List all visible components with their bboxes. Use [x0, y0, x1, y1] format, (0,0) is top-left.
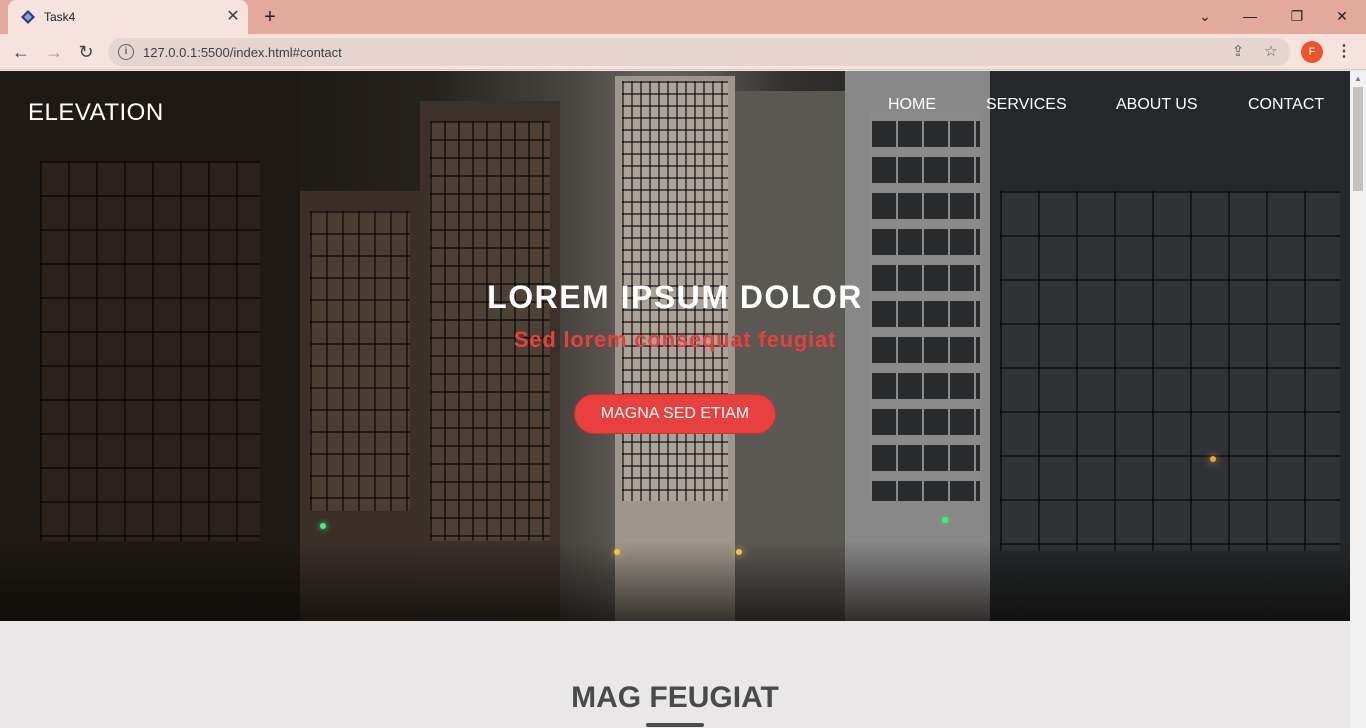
- traffic-light-icon: [942, 517, 948, 523]
- browser-toolbar: ← → ↻ i 127.0.0.1:5500/index.html#contac…: [0, 34, 1366, 70]
- hero-subtitle: Sed lorem consequat feugiat: [513, 327, 837, 352]
- browser-tab[interactable]: Task4 ✕: [8, 0, 248, 34]
- street-light-icon: [1210, 456, 1216, 462]
- section-title-underline: [646, 723, 704, 727]
- share-icon[interactable]: ⇪: [1228, 42, 1248, 62]
- nav-about-us[interactable]: ABOUT US: [1116, 96, 1198, 114]
- tab-close-icon[interactable]: ✕: [224, 8, 242, 26]
- info-icon[interactable]: i: [118, 44, 134, 60]
- page-scrollbar[interactable]: ▲: [1350, 71, 1366, 728]
- nav-home[interactable]: HOME: [888, 96, 936, 114]
- browser-tab-bar: Task4 ✕ + ⌄ — ❐ ✕: [0, 0, 1366, 34]
- hero-cta-button[interactable]: MAGNA SED ETIAM: [574, 394, 776, 434]
- scroll-up-icon[interactable]: ▲: [1350, 71, 1366, 87]
- forward-button[interactable]: →: [42, 40, 66, 64]
- restore-button[interactable]: ❐: [1283, 4, 1311, 28]
- new-tab-button[interactable]: +: [258, 5, 282, 29]
- hero-section: ELEVATION HOME SERVICES ABOUT US CONTACT…: [0, 71, 1350, 621]
- building-right-windows: [1000, 191, 1340, 551]
- site-logo[interactable]: ELEVATION: [28, 99, 164, 127]
- star-icon[interactable]: ☆: [1261, 42, 1281, 62]
- minimize-button[interactable]: —: [1236, 4, 1264, 28]
- favicon-icon: [21, 10, 35, 24]
- tab-search-icon[interactable]: ⌄: [1191, 4, 1219, 28]
- reload-button[interactable]: ↻: [74, 40, 98, 64]
- building-left-mid-windows: [310, 211, 410, 511]
- street-light-icon: [736, 549, 742, 555]
- nav-services[interactable]: SERVICES: [986, 96, 1067, 114]
- scroll-thumb[interactable]: [1353, 87, 1363, 191]
- nav-contact[interactable]: CONTACT: [1248, 96, 1324, 114]
- traffic-light-icon: [320, 523, 326, 529]
- url-text[interactable]: 127.0.0.1:5500/index.html#contact: [143, 45, 342, 60]
- page-viewport: ELEVATION HOME SERVICES ABOUT US CONTACT…: [0, 71, 1350, 728]
- tab-title: Task4: [44, 10, 76, 24]
- street-light-icon: [614, 549, 620, 555]
- menu-dots-icon[interactable]: ⋮: [1334, 40, 1354, 64]
- close-window-button[interactable]: ✕: [1328, 4, 1356, 28]
- profile-avatar[interactable]: F: [1301, 41, 1323, 63]
- street: [0, 541, 1350, 621]
- section-title: MAG FEUGIAT: [571, 681, 779, 714]
- back-button[interactable]: ←: [9, 40, 33, 64]
- address-bar[interactable]: i 127.0.0.1:5500/index.html#contact ⇪ ☆: [108, 38, 1290, 66]
- hero-title: LOREM IPSUM DOLOR: [487, 279, 863, 315]
